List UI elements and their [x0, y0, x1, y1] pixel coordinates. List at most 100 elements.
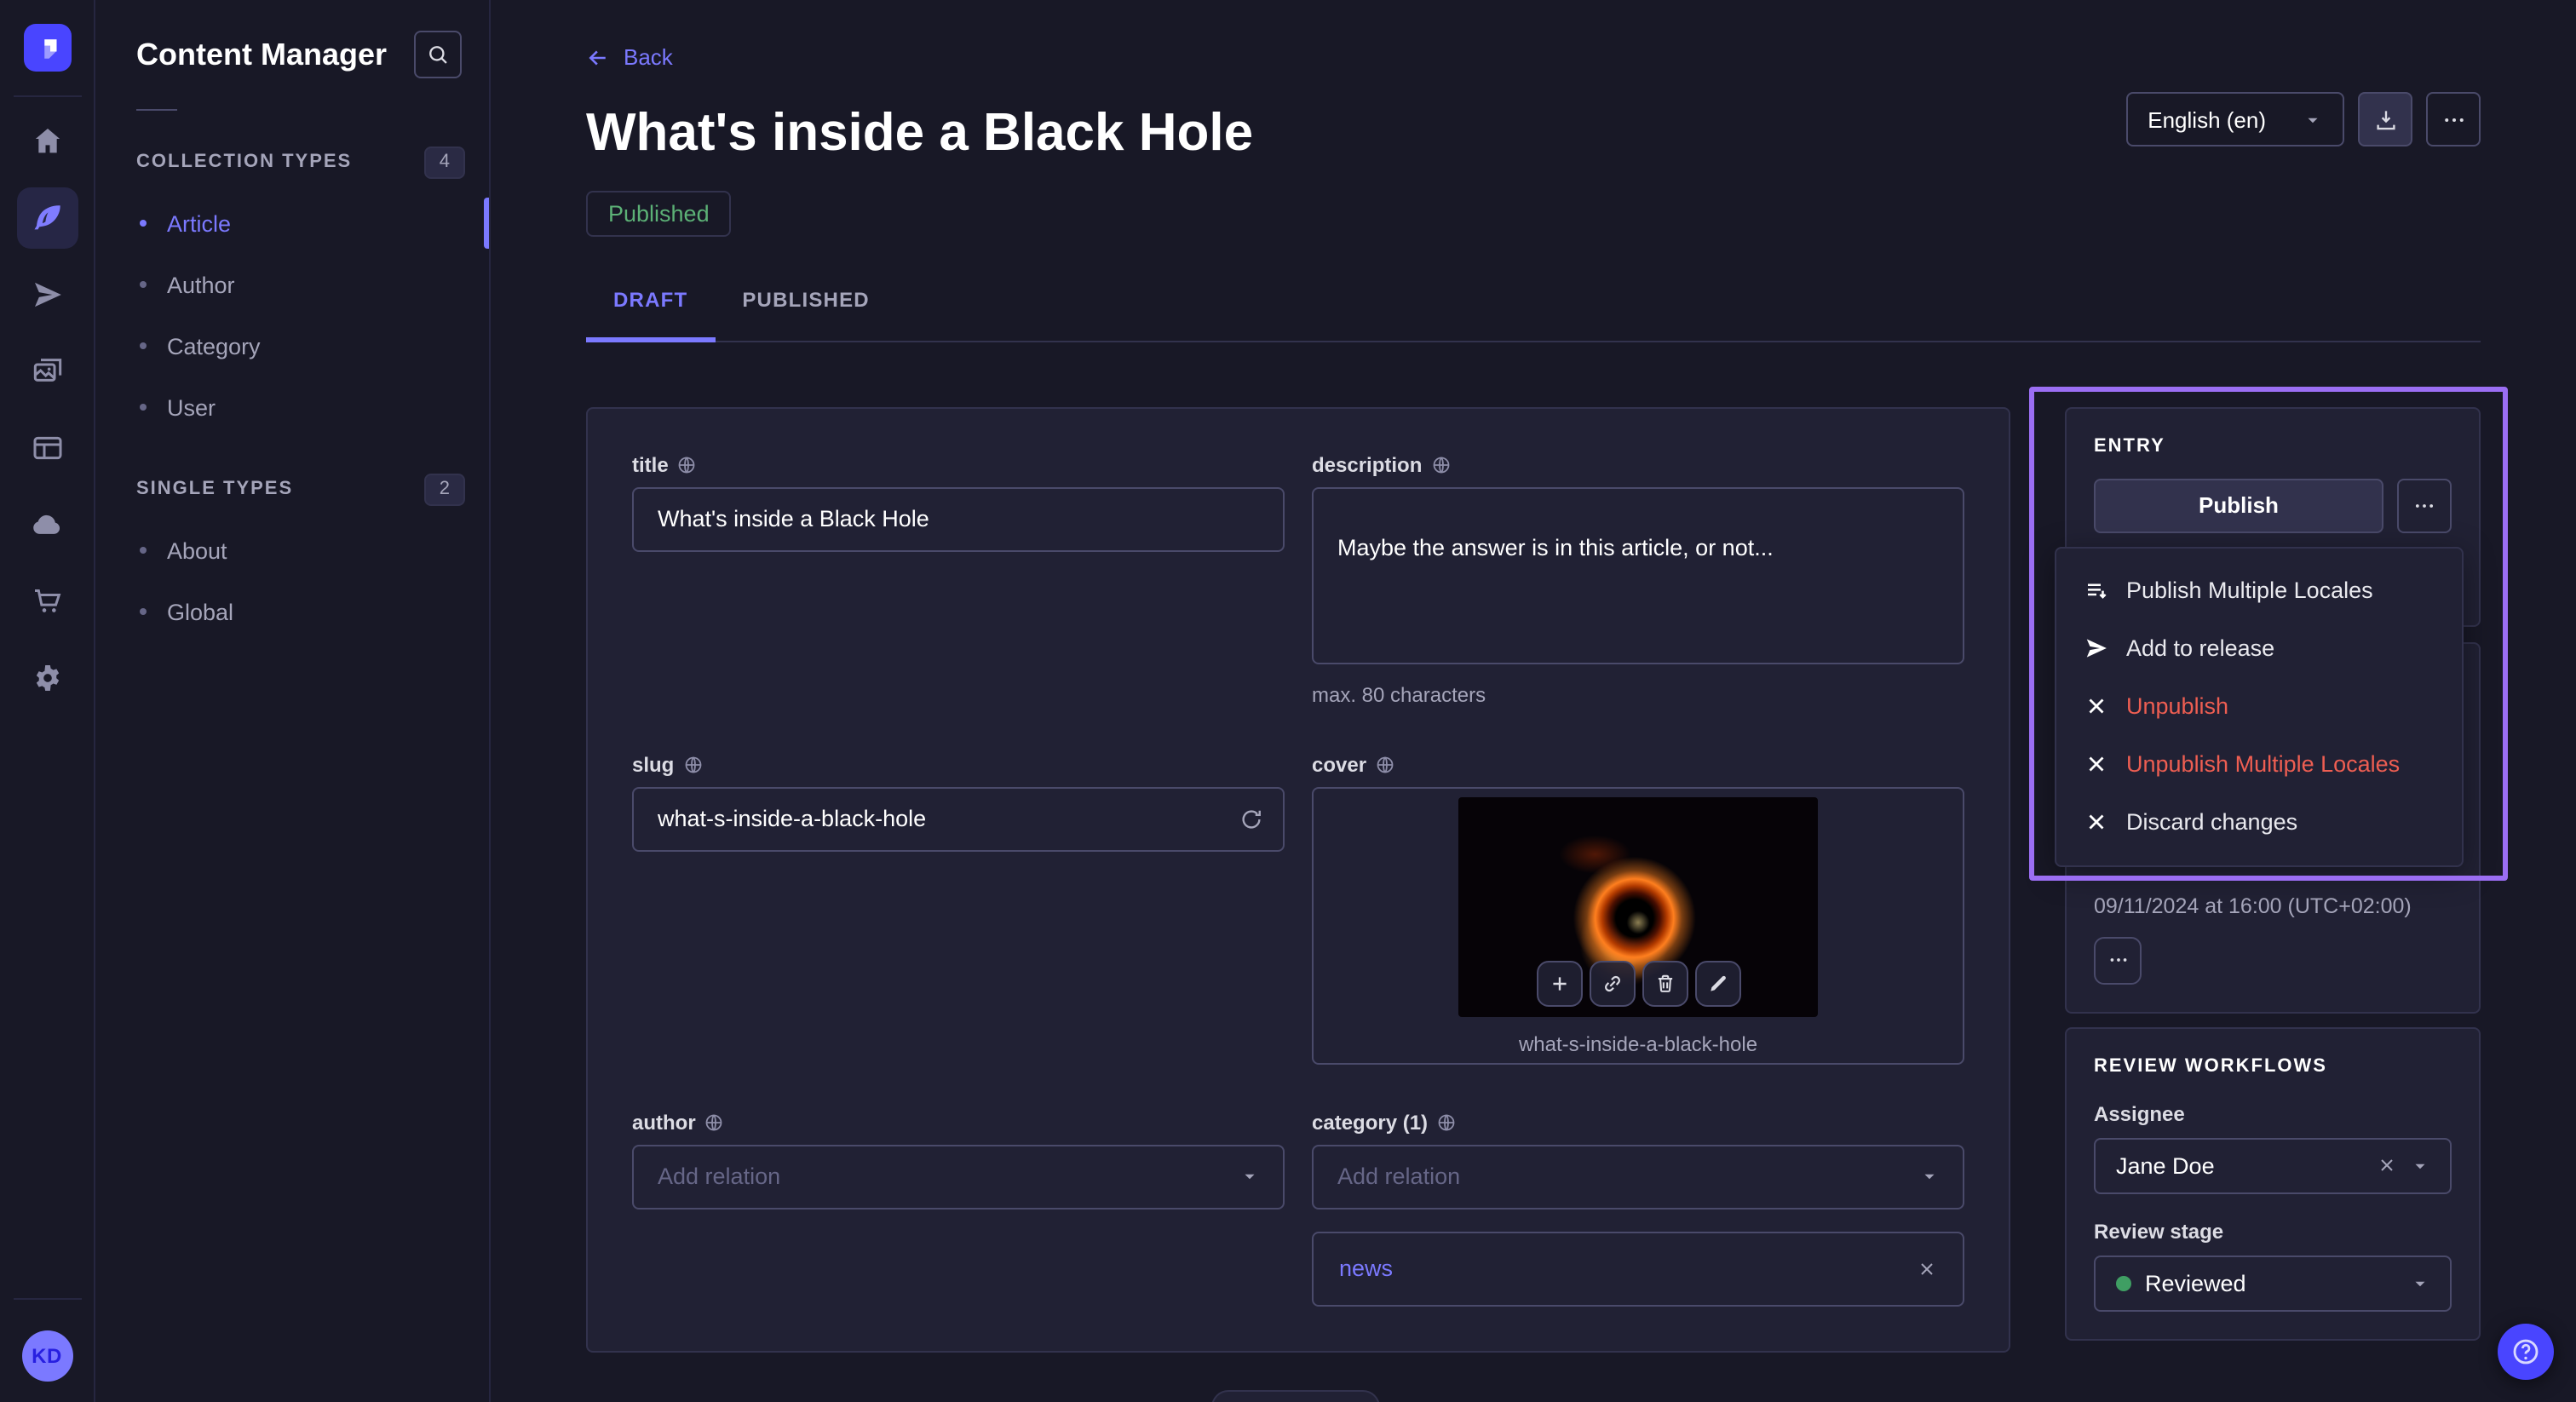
chevron-down-icon: [2411, 1156, 2429, 1175]
category-relation-item: news: [1312, 1231, 1964, 1306]
menu-item-add-to-release[interactable]: Add to release: [2056, 619, 2462, 677]
bullet-icon: [140, 281, 147, 288]
search-button[interactable]: [414, 31, 462, 78]
sidebar-item-label: User: [167, 394, 216, 420]
category-placeholder: Add relation: [1337, 1164, 1460, 1189]
nav-media-library-icon[interactable]: [16, 341, 78, 402]
strapi-logo[interactable]: [23, 24, 71, 72]
title-input[interactable]: [632, 486, 1285, 551]
app-window: KD Content Manager COLLECTION TYPES 4 Ar…: [0, 0, 2576, 1402]
description-textarea[interactable]: Maybe the answer is in this article, or …: [1312, 486, 1964, 664]
collection-types-count-badge: 4: [424, 146, 465, 178]
cross-icon: [2084, 751, 2109, 777]
user-avatar[interactable]: KD: [21, 1330, 72, 1382]
nav-home-icon[interactable]: [16, 111, 78, 172]
copy-link-button[interactable]: [1589, 960, 1635, 1006]
regenerate-slug-button[interactable]: [1239, 806, 1264, 831]
sidebar-item-about[interactable]: About: [95, 520, 489, 581]
nav-settings-icon[interactable]: [16, 647, 78, 709]
entry-more-button[interactable]: [2397, 478, 2452, 532]
slug-label: slug: [632, 752, 1285, 776]
assignee-select[interactable]: Jane Doe: [2094, 1137, 2452, 1193]
sidebar-item-global[interactable]: Global: [95, 581, 489, 642]
back-link[interactable]: Back: [586, 44, 673, 70]
active-scroll-indicator: [484, 198, 489, 249]
plus-icon: [1548, 972, 1570, 994]
category-relation-select[interactable]: Add relation: [1312, 1144, 1964, 1209]
globe-icon: [1430, 454, 1451, 474]
rail-nav: [16, 111, 78, 709]
assignee-label: Assignee: [2094, 1101, 2452, 1125]
bullet-icon: [140, 342, 147, 349]
cover-asset-card: what-s-inside-a-black-hole: [1312, 786, 1964, 1064]
menu-item-unpublish-multiple-locales[interactable]: Unpublish Multiple Locales: [2056, 735, 2462, 793]
nav-content-type-builder-icon[interactable]: [16, 417, 78, 479]
section-label-collection-types: COLLECTION TYPES: [136, 152, 352, 172]
description-label: description: [1312, 452, 1964, 476]
export-button[interactable]: [2358, 92, 2412, 147]
add-asset-button[interactable]: [1536, 960, 1582, 1006]
main-content: Back English (en) What's inside a Black …: [491, 0, 2576, 1402]
status-badge: Published: [586, 190, 732, 236]
pencil-icon: [1706, 972, 1728, 994]
sidebar-item-label: Article: [167, 210, 231, 236]
collapsed-component-stub[interactable]: [1211, 1390, 1380, 1402]
review-workflows-panel: REVIEW WORKFLOWS Assignee Jane Doe Revie…: [2065, 1026, 2481, 1340]
help-button[interactable]: [2498, 1324, 2554, 1380]
cover-actions: [1536, 960, 1740, 1006]
remove-relation-icon[interactable]: [1917, 1258, 1937, 1278]
assignee-value: Jane Doe: [2116, 1152, 2363, 1178]
review-stage-select[interactable]: Reviewed: [2094, 1255, 2452, 1311]
tab-published[interactable]: PUBLISHED: [715, 263, 897, 342]
nav-releases-icon[interactable]: [16, 264, 78, 325]
chevron-down-icon: [2411, 1273, 2429, 1292]
strapi-logo-icon: [32, 32, 62, 63]
field-author: author Add relation: [632, 1110, 1285, 1209]
single-types-count-badge: 2: [424, 473, 465, 505]
menu-item-discard-changes[interactable]: Discard changes: [2056, 793, 2462, 851]
single-types-list: About Global: [95, 520, 489, 642]
field-slug: slug: [632, 752, 1285, 851]
category-label: category (1): [1312, 1110, 1964, 1134]
sidebar-item-article[interactable]: Article: [95, 192, 489, 254]
collection-types-list: Article Author Category User: [95, 192, 489, 438]
entry-heading: ENTRY: [2094, 435, 2452, 456]
delete-asset-button[interactable]: [1642, 960, 1688, 1006]
bullet-icon: [140, 220, 147, 227]
nav-marketplace-icon[interactable]: [16, 571, 78, 632]
nav-deploy-icon[interactable]: [16, 494, 78, 555]
nav-content-manager-icon[interactable]: [16, 187, 78, 249]
stage-status-dot: [2116, 1275, 2131, 1290]
schedule-more-button[interactable]: [2094, 936, 2142, 984]
nav-rail: KD: [0, 0, 95, 1402]
link-icon: [1601, 972, 1623, 994]
slug-input[interactable]: [632, 786, 1285, 851]
category-tag-link[interactable]: news: [1339, 1255, 1393, 1281]
sidebar-item-label: Category: [167, 333, 261, 359]
globe-icon: [682, 754, 703, 774]
sidebar-item-category[interactable]: Category: [95, 315, 489, 376]
sidebar-item-author[interactable]: Author: [95, 254, 489, 315]
trash-icon: [1653, 972, 1676, 994]
version-tabs: DRAFT PUBLISHED: [586, 263, 2481, 342]
header-more-button[interactable]: [2426, 92, 2481, 147]
cross-icon: [2084, 693, 2109, 719]
arrow-left-icon: [586, 45, 610, 69]
rail-divider: [13, 95, 81, 97]
sidebar-item-user[interactable]: User: [95, 376, 489, 438]
menu-item-unpublish[interactable]: Unpublish: [2056, 677, 2462, 735]
bullet-icon: [140, 404, 147, 411]
title-label: title: [632, 452, 1285, 476]
cover-label: cover: [1312, 752, 1964, 776]
review-workflows-heading: REVIEW WORKFLOWS: [2094, 1055, 2452, 1076]
menu-item-publish-multiple-locales[interactable]: Publish Multiple Locales: [2056, 561, 2462, 619]
bullet-icon: [140, 608, 147, 615]
author-relation-select[interactable]: Add relation: [632, 1144, 1285, 1209]
edit-asset-button[interactable]: [1694, 960, 1740, 1006]
clear-assignee-icon[interactable]: [2377, 1155, 2397, 1175]
publish-button[interactable]: Publish: [2094, 478, 2383, 532]
locale-select[interactable]: English (en): [2125, 92, 2344, 147]
field-cover: cover: [1312, 752, 1964, 1064]
tab-draft[interactable]: DRAFT: [586, 263, 715, 342]
chevron-down-icon: [2303, 110, 2322, 129]
